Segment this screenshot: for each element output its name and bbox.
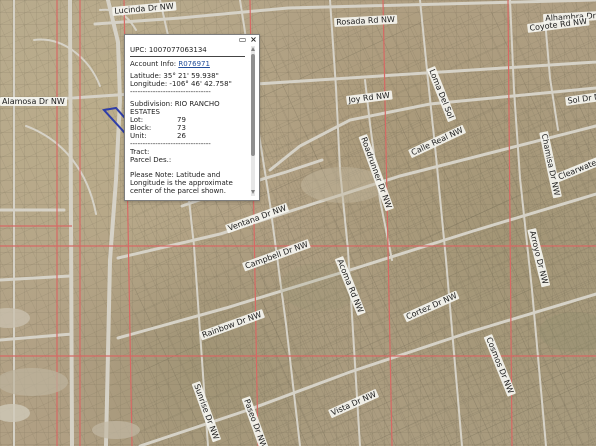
coordinate-note: Please Note: Latitude and Longitude is t… [130, 171, 233, 195]
block-row: Block: 73 [130, 124, 250, 132]
longitude-row: Longitude: -106° 46' 42.758" [130, 80, 250, 88]
road-label: Alamosa Dr NW [0, 97, 67, 106]
longitude-value: -106° 46' 42.758" [169, 80, 232, 88]
account-info-row: Account Info: R076971 [130, 60, 250, 68]
lot-row: Lot: 79 [130, 116, 250, 124]
account-info-link[interactable]: R076971 [178, 60, 210, 68]
tract-label: Tract: [130, 148, 150, 156]
subdivision-label: Subdivision: [130, 100, 173, 108]
account-info-label: Account Info: [130, 60, 177, 68]
popup-body: UPC: 1007077063134 Account Info: R076971… [130, 46, 250, 197]
upc-label: UPC: [130, 46, 147, 54]
dash-separator: -------------------------------- [130, 140, 211, 148]
lot-label: Lot: [130, 116, 144, 124]
latitude-label: Latitude: [130, 72, 162, 80]
unit-label: Unit: [130, 132, 147, 140]
longitude-label: Longitude: [130, 80, 168, 88]
unit-row: Unit: 26 [130, 132, 250, 140]
chevron-up-icon[interactable] [251, 47, 255, 51]
upc-value: 1007077063134 [148, 46, 207, 54]
latitude-row: Latitude: 35° 21' 59.938" [130, 72, 250, 80]
unit-value: 26 [177, 132, 186, 140]
block-value: 73 [177, 124, 186, 132]
minimize-icon[interactable]: ▭ [238, 35, 247, 44]
close-icon[interactable]: × [249, 35, 258, 44]
popup-divider [130, 56, 245, 58]
upc-row: UPC: 1007077063134 [130, 46, 250, 54]
map-view[interactable]: Lucinda Dr NW Rosada Rd NW Alhambra Dr N… [0, 0, 596, 446]
lot-value: 79 [177, 116, 186, 124]
subdivision-row: Subdivision: RIO RANCHO ESTATES [130, 100, 250, 116]
dash-separator: -------------------------------- [130, 88, 211, 96]
scroll-thumb[interactable] [251, 54, 255, 156]
latitude-value: 35° 21' 59.938" [163, 72, 219, 80]
parcel-info-popup[interactable]: ▭ × UPC: 1007077063134 Account Info: R07… [124, 34, 260, 201]
chevron-down-icon[interactable] [251, 190, 255, 194]
parcel-desc-label: Parcel Des.: [130, 156, 172, 164]
block-label: Block: [130, 124, 152, 132]
